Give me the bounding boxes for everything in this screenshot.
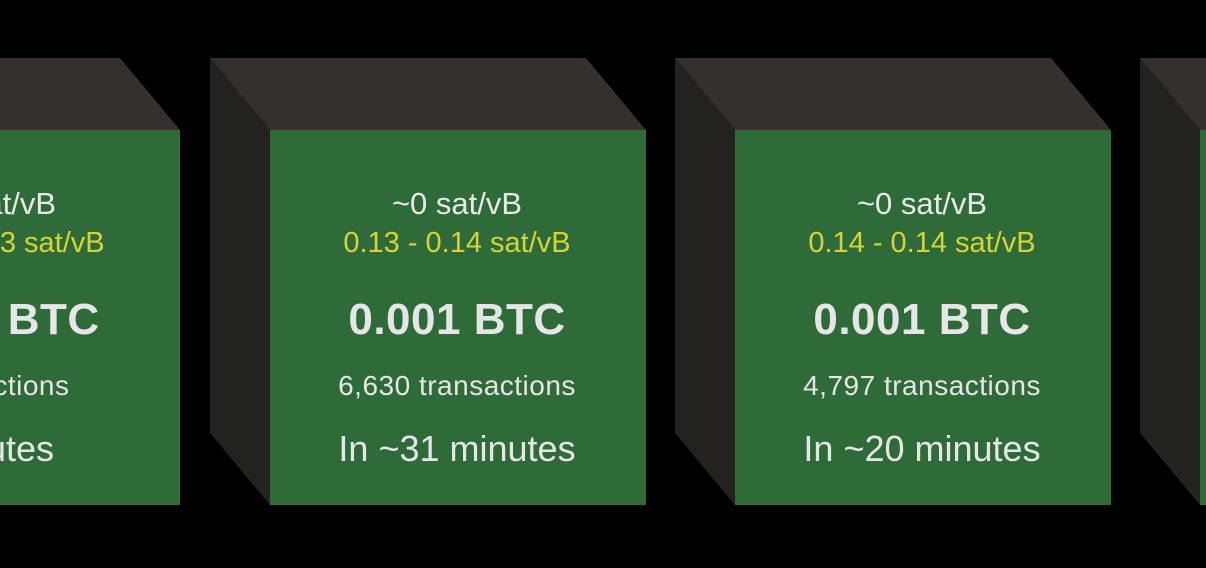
block-face: ~0 sat/vB 0.13 - 0.13 sat/vB 0.001 BTC t…: [0, 130, 178, 505]
block-shape: [1140, 58, 1206, 505]
block-face: ~0 sat/vB 0.13 - 0.14 sat/vB 0.001 BTC 6…: [270, 130, 644, 505]
transaction-count: 6,630 transactions: [338, 370, 576, 401]
estimated-time: In ~20 minutes: [803, 428, 1041, 469]
median-fee: ~0 sat/vB: [0, 186, 57, 221]
mempool-blocks-strip: ~0 sat/vB 0.13 - 0.13 sat/vB 0.001 BTC t…: [0, 0, 1206, 568]
mempool-block[interactable]: ~0 sat/vB 0.13 - 0.13 sat/vB 0.001 BTC t…: [0, 58, 180, 505]
block-total: 0.001 BTC: [348, 295, 566, 344]
block-face: ~0 sat/vB 0.14 - 0.14 sat/vB 0.001 BTC 4…: [735, 130, 1109, 505]
mempool-block[interactable]: ~0 sat/vB 0.14 - 0.14 sat/vB 0.001 BTC 4…: [675, 58, 1111, 505]
estimated-time: In ~31 minutes: [338, 428, 576, 469]
transaction-count: transactions: [0, 370, 70, 401]
median-fee: ~0 sat/vB: [391, 186, 523, 221]
fee-range: 0.13 - 0.13 sat/vB: [0, 227, 105, 259]
mempool-block-partial[interactable]: [1140, 58, 1206, 505]
estimated-time: minutes: [0, 428, 55, 469]
mempool-block[interactable]: ~0 sat/vB 0.13 - 0.14 sat/vB 0.001 BTC 6…: [210, 58, 646, 505]
fee-range: 0.13 - 0.14 sat/vB: [343, 227, 571, 259]
block-total: 0.001 BTC: [0, 295, 100, 344]
median-fee: ~0 sat/vB: [856, 186, 988, 221]
fee-range: 0.14 - 0.14 sat/vB: [808, 227, 1036, 259]
transaction-count: 4,797 transactions: [803, 370, 1041, 401]
block-total: 0.001 BTC: [813, 295, 1031, 344]
